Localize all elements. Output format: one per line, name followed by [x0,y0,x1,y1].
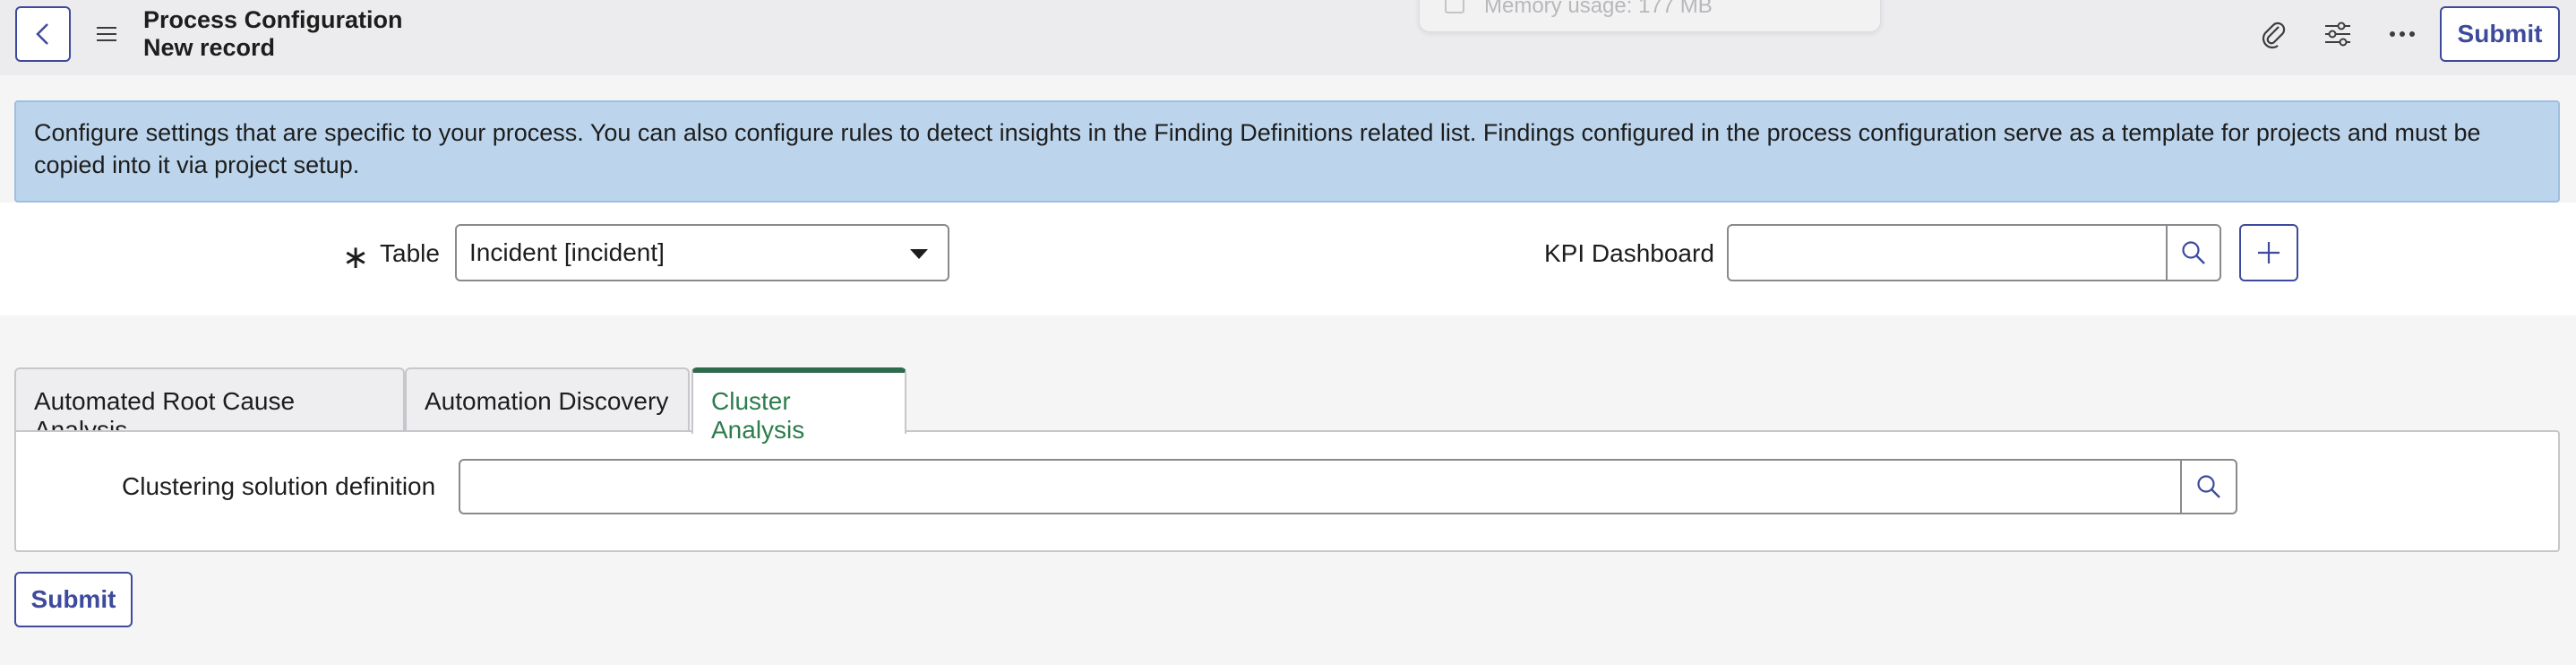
plus-icon [2258,242,2280,263]
search-icon [2182,241,2205,264]
kpi-dashboard-label: KPI Dashboard [1544,239,1714,267]
memory-usage-popup: Memory usage: 177 MB [1419,0,1881,32]
header-bar: Process Configuration New record Memory … [0,0,2576,75]
form-header-section: ∗ Table Incident [incident] KPI Dashboar… [0,203,2576,315]
table-label: Table [380,239,440,267]
form-settings-button[interactable] [2320,16,2356,52]
page-title: Process Configuration [143,6,403,33]
cluster-analysis-panel: Clustering solution definition [14,430,2560,552]
table-select-value: Incident [incident] [469,238,665,266]
clustering-solution-input[interactable] [459,459,2182,514]
tab-cluster-analysis[interactable]: Cluster Analysis [691,367,906,444]
kpi-add-button[interactable] [2239,224,2298,281]
more-options-button[interactable] [2384,16,2420,52]
kpi-dashboard-input[interactable] [1727,224,2168,281]
memory-icon [1445,0,1464,13]
page-subtitle: New record [143,34,276,61]
memory-usage-text: Memory usage: 177 MB [1484,0,1713,18]
search-icon [2197,475,2220,498]
back-icon [36,23,48,45]
clustering-solution-label: Clustering solution definition [122,472,436,500]
menu-icon[interactable] [95,24,118,44]
more-icon [2390,31,2415,37]
sliders-icon [2325,22,2350,47]
info-banner: Configure settings that are specific to … [14,100,2560,203]
tab-automation-discovery[interactable]: Automation Discovery [405,367,690,432]
required-icon: ∗ [342,238,370,275]
submit-button-bottom[interactable]: Submit [14,572,133,627]
attachment-button[interactable] [2255,16,2291,52]
back-button[interactable] [15,6,71,62]
submit-button-top[interactable]: Submit [2440,6,2560,62]
paperclip-icon [2262,22,2286,49]
table-select[interactable]: Incident [incident] [455,224,949,281]
tab-automated-root-cause-analysis[interactable]: Automated Root Cause Analysis [14,367,405,444]
kpi-lookup-button[interactable] [2166,224,2221,281]
clustering-lookup-button[interactable] [2180,459,2237,514]
chevron-down-icon [910,249,928,259]
